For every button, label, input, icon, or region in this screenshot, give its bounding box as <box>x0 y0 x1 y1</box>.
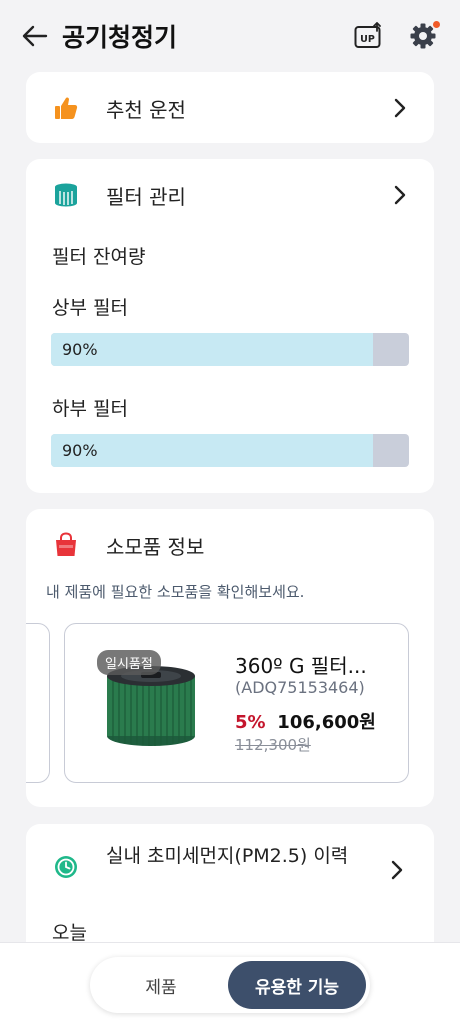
segmented-tabs: 제품 유용한 기능 <box>90 957 370 1013</box>
top-filter-bar: 90% <box>51 333 409 366</box>
bottom-filter-label: 하부 필터 <box>52 398 128 420</box>
pm-history-label[interactable]: 실내 초미세먼지(PM2.5) 이력 <box>106 844 376 869</box>
consumables-row[interactable]: 소모품 정보 <box>26 515 434 575</box>
soldout-badge: 일시품절 <box>97 650 161 675</box>
top-filter-label: 상부 필터 <box>52 297 128 319</box>
pm-today-label: 오늘 <box>52 922 87 944</box>
consumables-card: 소모품 정보 내 제품에 필요한 소모품을 확인해보세요. 일시품절 360º … <box>26 509 434 807</box>
thumbs-up-icon <box>50 92 82 124</box>
bottom-tab-bar: 제품 유용한 기능 <box>0 942 460 1024</box>
recommend-card: 추천 운전 <box>26 72 434 143</box>
sale-price: 106,600원 <box>277 712 376 733</box>
chevron-right-icon[interactable] <box>390 860 404 884</box>
shopping-bag-icon <box>50 529 82 561</box>
update-badge-text: UP <box>360 34 375 45</box>
original-price: 112,300원 <box>235 736 311 754</box>
bottom-filter-value: 90% <box>62 441 98 460</box>
top-filter-fill <box>51 333 374 366</box>
chevron-right-icon <box>390 185 410 205</box>
consumables-subtitle: 내 제품에 필요한 소모품을 확인해보세요. <box>46 583 305 601</box>
filter-row[interactable]: 필터 관리 <box>26 165 434 225</box>
product-code: (ADQ75153464) <box>235 678 365 697</box>
back-arrow-icon <box>22 25 48 47</box>
price-row: 5% 106,600원 <box>235 708 376 734</box>
discount-rate: 5% <box>235 712 266 733</box>
bottom-filter-bar: 90% <box>51 434 409 467</box>
tab-product[interactable]: 제품 <box>94 961 228 1009</box>
bottom-filter-fill <box>51 434 374 467</box>
filter-label: 필터 관리 <box>106 184 186 209</box>
page-title: 공기청정기 <box>62 23 178 52</box>
product-card-previous[interactable] <box>26 623 50 783</box>
history-icon <box>50 851 82 883</box>
recommend-label: 추천 운전 <box>106 97 186 122</box>
product-name: 360º G 필터... <box>235 654 367 678</box>
app-header: 공기청정기 UP <box>0 0 460 72</box>
top-filter-value: 90% <box>62 340 98 359</box>
tab-useful-features[interactable]: 유용한 기능 <box>228 961 366 1009</box>
filter-remaining-label: 필터 잔여량 <box>52 246 146 268</box>
back-button[interactable] <box>20 21 50 51</box>
settings-button[interactable] <box>406 19 440 53</box>
chevron-right-icon <box>390 98 410 118</box>
update-icon: UP <box>354 22 381 48</box>
notification-dot <box>433 21 440 28</box>
filter-icon <box>50 179 82 211</box>
product-card[interactable]: 일시품절 360º G 필터... (ADQ75153464) 5% 106,6… <box>64 623 409 783</box>
consumables-label: 소모품 정보 <box>106 534 205 559</box>
recommend-row[interactable]: 추천 운전 <box>26 78 434 138</box>
filter-card: 필터 관리 필터 잔여량 상부 필터 90% 하부 필터 90% <box>26 159 434 493</box>
update-button[interactable]: UP <box>352 19 386 53</box>
